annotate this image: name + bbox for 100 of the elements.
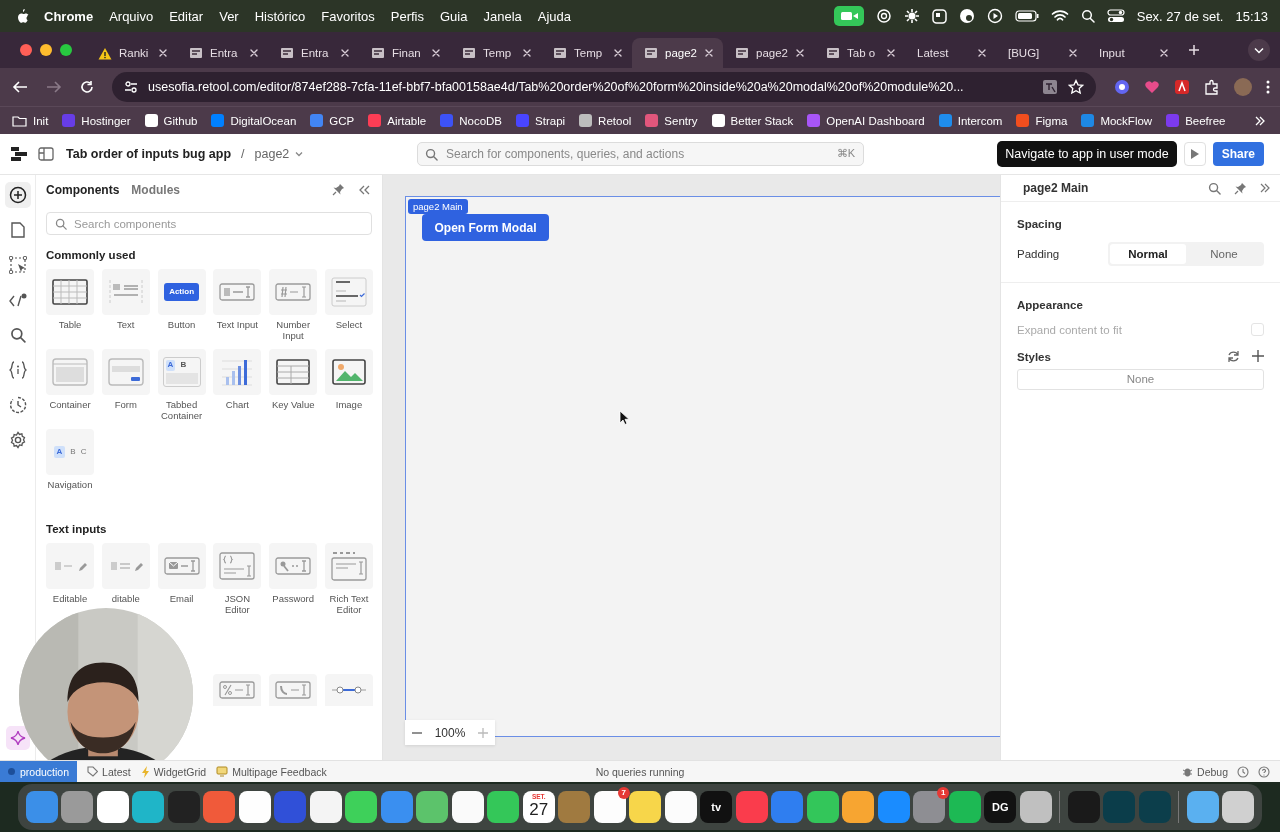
back-icon[interactable] bbox=[12, 80, 28, 94]
bookmark[interactable]: GCP bbox=[310, 114, 355, 127]
translate-icon[interactable] bbox=[1042, 79, 1058, 95]
bookmark[interactable]: NocoDB bbox=[440, 114, 503, 127]
collapse-icon[interactable] bbox=[359, 184, 370, 195]
close-icon[interactable] bbox=[613, 48, 623, 58]
close-icon[interactable] bbox=[1068, 48, 1078, 58]
close-icon[interactable] bbox=[704, 48, 714, 58]
close-icon[interactable] bbox=[431, 48, 441, 58]
component-tile[interactable] bbox=[325, 674, 373, 706]
browser-tab[interactable]: Entra bbox=[177, 38, 268, 68]
app-icon[interactable]: tv bbox=[700, 791, 733, 823]
bookmark[interactable]: Intercom bbox=[938, 114, 1003, 127]
bookmark[interactable]: Sentry bbox=[645, 114, 698, 127]
segment-option[interactable]: None bbox=[1186, 244, 1262, 264]
close-icon[interactable] bbox=[795, 48, 805, 58]
sidebar-icon[interactable] bbox=[38, 147, 54, 161]
share-button[interactable]: Share bbox=[1212, 142, 1264, 166]
browser-tab[interactable]: Finan bbox=[359, 38, 450, 68]
browser-tab[interactable]: Temp bbox=[450, 38, 541, 68]
app-icon[interactable] bbox=[842, 791, 875, 823]
star-icon[interactable] bbox=[1068, 79, 1084, 95]
address-bar[interactable]: usesofia.retool.com/editor/874ef288-7cfa-11ef-bbf7-bfa00158ae4d/Tab%20order%20of%20form%20inside%20a%20modal%20of%20module%20... bbox=[112, 72, 1096, 102]
rail-item[interactable] bbox=[4, 182, 31, 208]
bookmark[interactable]: Beefree bbox=[1166, 114, 1226, 127]
close-window-icon[interactable] bbox=[20, 44, 32, 56]
close-icon[interactable] bbox=[886, 48, 896, 58]
app-icon[interactable] bbox=[132, 791, 165, 823]
app-icon[interactable] bbox=[487, 791, 520, 823]
component-tile[interactable] bbox=[213, 674, 262, 706]
pin-icon[interactable] bbox=[1234, 181, 1247, 195]
close-icon[interactable] bbox=[1159, 48, 1169, 58]
segment-option[interactable]: Normal bbox=[1110, 244, 1186, 264]
toggle-icon[interactable] bbox=[1106, 9, 1125, 23]
chevron-down-icon[interactable] bbox=[1248, 39, 1270, 61]
close-icon[interactable] bbox=[158, 48, 168, 58]
bookmark[interactable]: Init bbox=[12, 114, 49, 127]
play-icon[interactable] bbox=[986, 8, 1003, 24]
app-icon[interactable] bbox=[806, 791, 839, 823]
menu-item[interactable]: Guia bbox=[431, 8, 476, 24]
heart-icon[interactable] bbox=[1144, 79, 1160, 95]
app-icon[interactable] bbox=[1222, 791, 1255, 823]
more-icon[interactable] bbox=[1266, 79, 1270, 95]
browser-tab[interactable]: Entra bbox=[268, 38, 359, 68]
app-icon[interactable] bbox=[416, 791, 449, 823]
menu-item[interactable]: Janela bbox=[475, 8, 530, 24]
environment-badge[interactable]: production bbox=[0, 761, 78, 782]
bookmark[interactable]: MockFlow bbox=[1081, 114, 1153, 127]
search-icon[interactable] bbox=[1080, 9, 1095, 23]
bookmark[interactable]: DigitalOcean bbox=[211, 114, 297, 127]
logo-icon[interactable] bbox=[10, 145, 28, 163]
component-tile[interactable] bbox=[269, 674, 318, 706]
app-icon[interactable] bbox=[345, 791, 378, 823]
style-selector[interactable]: None bbox=[1017, 369, 1264, 390]
browser-tab[interactable]: page2 bbox=[632, 38, 723, 68]
browser-tab[interactable]: Input bbox=[1087, 38, 1178, 68]
close-icon[interactable] bbox=[522, 48, 532, 58]
app-icon[interactable] bbox=[309, 791, 342, 823]
new-tab-icon[interactable] bbox=[1188, 44, 1200, 56]
menu-item[interactable]: Perfis bbox=[382, 8, 432, 24]
browser-tab[interactable]: Temp bbox=[541, 38, 632, 68]
bookmark[interactable]: Airtable bbox=[368, 114, 427, 127]
assistant-button[interactable] bbox=[5, 726, 30, 750]
app-icon[interactable] bbox=[1186, 791, 1219, 823]
battery-icon[interactable] bbox=[1014, 10, 1039, 22]
bookmark[interactable]: Better Stack bbox=[711, 114, 794, 127]
wifi-icon[interactable] bbox=[1050, 9, 1069, 23]
menu-item[interactable]: Ajuda bbox=[529, 8, 579, 24]
close-icon[interactable] bbox=[977, 48, 987, 58]
app-icon[interactable] bbox=[629, 791, 662, 823]
debug-button[interactable]: Debug bbox=[1182, 765, 1228, 778]
app-icon[interactable] bbox=[96, 791, 129, 823]
menu-item[interactable]: Histórico bbox=[246, 8, 314, 24]
bookmark[interactable]: OpenAI Dashboard bbox=[807, 114, 925, 127]
menu-item[interactable]: Editar bbox=[161, 8, 212, 24]
camera-icon[interactable] bbox=[833, 6, 864, 26]
history-icon[interactable] bbox=[1237, 765, 1249, 778]
square-icon[interactable] bbox=[931, 8, 947, 24]
refresh-icon[interactable] bbox=[1227, 350, 1240, 363]
chevron-right-icon[interactable] bbox=[1254, 114, 1266, 127]
bookmark[interactable]: Hostinger bbox=[62, 114, 131, 127]
preview-button[interactable] bbox=[1183, 142, 1206, 166]
bookmark[interactable]: Github bbox=[144, 114, 198, 127]
browser-tab[interactable]: [BUG] bbox=[996, 38, 1087, 68]
pin-icon[interactable] bbox=[332, 183, 345, 196]
forward-icon[interactable] bbox=[46, 80, 62, 94]
open-modal-button[interactable]: Open Form Modal bbox=[422, 214, 549, 241]
status-item[interactable]: WidgetGrid bbox=[140, 765, 207, 778]
app-icon[interactable] bbox=[1019, 791, 1052, 823]
minimize-window-icon[interactable] bbox=[40, 44, 52, 56]
add-icon[interactable] bbox=[1252, 350, 1264, 362]
close-icon[interactable] bbox=[340, 48, 350, 58]
bookmark[interactable]: Figma bbox=[1016, 114, 1068, 127]
app-icon[interactable] bbox=[451, 791, 484, 823]
panel-tab[interactable]: Components bbox=[46, 182, 120, 197]
menu-item[interactable]: Arquivo bbox=[101, 8, 162, 24]
close-icon[interactable] bbox=[249, 48, 259, 58]
help-icon[interactable] bbox=[1258, 765, 1270, 778]
browser-tab[interactable]: page2 bbox=[723, 38, 814, 68]
menu-item[interactable]: Favoritos bbox=[313, 8, 383, 24]
